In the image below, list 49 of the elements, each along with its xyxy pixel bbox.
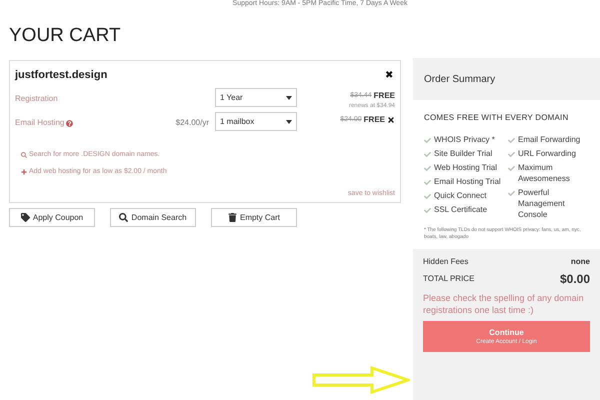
check-icon xyxy=(508,151,515,158)
total-label: TOTAL PRICE xyxy=(423,273,474,285)
check-icon xyxy=(424,193,431,200)
feature-text: Maximum Awesomeness xyxy=(518,162,571,184)
feature-text: Powerful Management Console xyxy=(518,187,566,220)
check-icon xyxy=(424,179,431,186)
action-button[interactable]: Apply Coupon xyxy=(9,208,95,227)
feature-text: WHOIS Privacy * xyxy=(434,134,495,145)
total-value: $0.00 xyxy=(560,271,590,288)
feature-text: Email Hosting Trial xyxy=(434,176,501,187)
feature-text: Site Builder Trial xyxy=(434,148,492,159)
remove-button[interactable]: ✖ xyxy=(385,68,393,82)
line-label: Email Hosting xyxy=(15,117,64,129)
domain-name: justfortest.design xyxy=(15,68,108,83)
line-price: $24.00/yr xyxy=(176,117,209,129)
search-icon xyxy=(119,213,128,222)
feature-text: Email Forwarding xyxy=(518,134,580,145)
check-icon xyxy=(508,165,515,172)
check-icon xyxy=(424,137,431,144)
free-heading: COMES FREE WITH EVERY DOMAIN xyxy=(424,112,570,124)
caret-icon xyxy=(286,120,292,124)
search-icon xyxy=(21,152,27,158)
action-button[interactable]: Empty Cart xyxy=(211,208,297,227)
feature-text: SSL Certificate xyxy=(434,204,488,215)
check-icon xyxy=(424,165,431,172)
free-price: FREE xyxy=(374,90,395,102)
line-label: Registration xyxy=(15,93,58,105)
check-icon xyxy=(424,207,431,214)
feature-text: Quick Connect xyxy=(434,190,486,201)
plus-icon xyxy=(21,168,27,175)
remove-icon[interactable] xyxy=(387,116,395,124)
free-price: FREE xyxy=(364,114,385,126)
page-title: YOUR CART xyxy=(9,24,121,48)
spelling-warning: Please check the spelling of any domain registrations one last time :) xyxy=(423,292,585,316)
check-icon xyxy=(424,151,431,158)
summary-header: Order Summary xyxy=(413,58,600,100)
action-button[interactable]: Domain Search xyxy=(110,208,196,227)
dropdown-field[interactable]: 1 mailbox xyxy=(215,112,297,131)
hidden-fees-value: none xyxy=(570,256,590,268)
tag-icon xyxy=(20,213,30,222)
caret-icon xyxy=(286,96,292,100)
hidden-fees-label: Hidden Fees xyxy=(423,256,468,268)
check-icon xyxy=(508,137,515,144)
feature-text: URL Forwarding xyxy=(518,148,576,159)
dropdown-field[interactable]: 1 Year xyxy=(215,88,297,107)
check-icon xyxy=(508,190,515,197)
help-icon[interactable] xyxy=(66,120,74,126)
feature-text: Web Hosting Trial xyxy=(434,162,497,173)
trash-icon xyxy=(228,213,237,222)
